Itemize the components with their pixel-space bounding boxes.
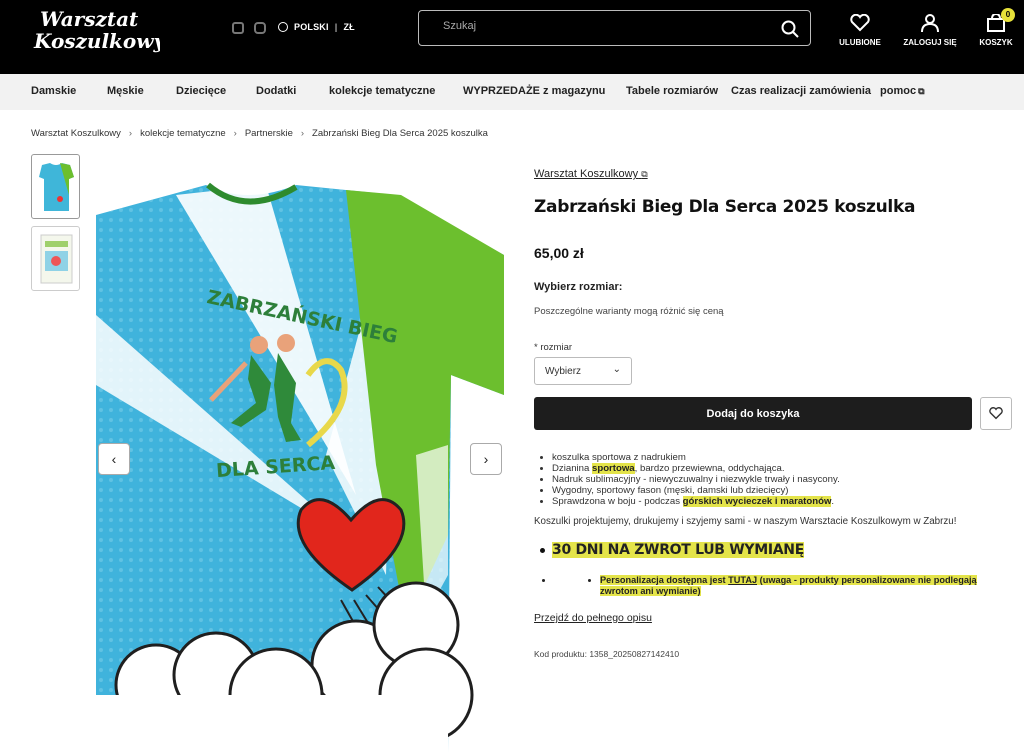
feature-text: . xyxy=(831,496,835,507)
instagram-icon[interactable] xyxy=(254,22,266,34)
feature-highlight: górskich wycieczek i maratonów xyxy=(682,496,832,507)
about-text: Koszulki projektujemy, drukujemy i szyje… xyxy=(534,516,957,527)
nav-item-tabele[interactable]: Tabele rozmiarów xyxy=(626,85,718,97)
external-link-icon: ⧉ xyxy=(641,169,648,179)
required-mark: * xyxy=(534,342,538,353)
nav-item-pomoc-label: pomoc xyxy=(880,85,917,97)
nav-item-kolekcje[interactable]: kolekcje tematyczne xyxy=(329,85,435,97)
cart-button[interactable]: 0 KOSZYK xyxy=(966,8,1024,47)
site-header: Warsztat Koszulkowy POLSKI | ZŁ ULUBIONE… xyxy=(0,0,1024,74)
return-policy: 30 DNI NA ZWROT LUB WYMIANĘ xyxy=(540,542,804,558)
feature-text: , bardzo przewiewna, oddychająca. xyxy=(634,463,785,474)
external-link-icon: ⧉ xyxy=(918,86,925,96)
heart-icon xyxy=(850,14,870,32)
login-button[interactable]: ZALOGUJ SIĘ xyxy=(900,14,960,47)
breadcrumb-item[interactable]: Partnerskie xyxy=(245,128,293,139)
feature-list: koszulka sportowa z nadrukiem Dzianina s… xyxy=(552,452,840,507)
next-image-button[interactable]: › xyxy=(470,443,502,475)
logo-line-2: Koszulkowy xyxy=(33,29,160,53)
site-logo[interactable]: Warsztat Koszulkowy xyxy=(32,4,166,54)
feature-item: Sprawdzona w boju - podczas górskich wyc… xyxy=(552,496,840,507)
feature-highlight: sportowa xyxy=(592,463,635,474)
product-code-label: Kod produktu: xyxy=(534,649,587,659)
breadcrumb-item[interactable]: kolekcje tematyczne xyxy=(140,128,226,139)
cart-label: KOSZYK xyxy=(979,38,1013,47)
product-code-value: 1358_20250827142410 xyxy=(589,649,680,659)
product-main-image: ZABRZAŃSKI BIEG DLA SERCA xyxy=(96,155,504,753)
feature-text: Nadruk sublimacyjny - niewyczuwalny i ni… xyxy=(552,474,840,485)
feature-item: Nadruk sublimacyjny - niewyczuwalny i ni… xyxy=(552,474,840,485)
nav-item-meskie[interactable]: Męskie xyxy=(107,85,144,97)
size-label: * rozmiar xyxy=(534,342,572,353)
cart-count-badge: 0 xyxy=(1001,8,1015,22)
product-thumbnail-1[interactable] xyxy=(31,154,80,219)
brand-link[interactable]: Warsztat Koszulkowy ⧉ xyxy=(534,168,648,180)
logo-line-1: Warsztat xyxy=(40,7,139,31)
currency-label: ZŁ xyxy=(343,22,355,32)
feature-item: Wygodny, sportowy fason (męski, damski l… xyxy=(552,485,840,496)
personalization-text: Personalizacja dostępna jest TUTAJ (uwag… xyxy=(600,575,992,597)
breadcrumb-current: Zabrzański Bieg Dla Serca 2025 koszulka xyxy=(312,128,488,139)
nav-item-damskie[interactable]: Damskie xyxy=(31,85,76,97)
heart-icon xyxy=(989,407,1003,420)
favorites-button[interactable]: ULUBIONE xyxy=(830,14,890,47)
chevron-right-icon: › xyxy=(483,451,489,467)
chevron-left-icon: ‹ xyxy=(111,451,117,467)
facebook-icon[interactable] xyxy=(232,22,244,34)
chevron-right-icon: › xyxy=(300,128,305,139)
breadcrumb: Warsztat Koszulkowy › kolekcje tematyczn… xyxy=(31,128,488,139)
feature-item: koszulka sportowa z nadrukiem xyxy=(552,452,840,463)
nav-item-dodatki[interactable]: Dodatki xyxy=(256,85,296,97)
chevron-right-icon: › xyxy=(128,128,133,139)
chevron-down-icon: ⌄ xyxy=(612,364,621,375)
login-label: ZALOGUJ SIĘ xyxy=(903,38,957,47)
choose-size-heading: Wybierz rozmiar: xyxy=(534,281,623,293)
nav-item-czas-realizacji[interactable]: Czas realizacji zamówienia xyxy=(731,85,871,97)
favorites-label: ULUBIONE xyxy=(839,38,881,47)
size-select[interactable]: Wybierz ⌄ xyxy=(534,357,632,385)
product-price: 65,00 zł xyxy=(534,245,584,261)
globe-icon xyxy=(278,22,288,32)
feature-text: Dzianina xyxy=(552,463,592,474)
size-label-text: rozmiar xyxy=(540,342,573,353)
main-nav: Damskie Męskie Dziecięce Dodatki kolekcj… xyxy=(0,74,1024,110)
return-policy-text: 30 DNI NA ZWROT LUB WYMIANĘ xyxy=(552,542,804,558)
nav-item-pomoc[interactable]: pomoc ⧉ xyxy=(880,85,925,97)
bullet xyxy=(588,579,591,582)
nav-item-wyprzedaze[interactable]: WYPRZEDAŻE z magazynu xyxy=(463,85,605,97)
add-to-cart-button[interactable]: Dodaj do koszyka xyxy=(534,397,972,430)
search-box xyxy=(418,10,811,46)
social-links xyxy=(232,22,266,34)
nav-item-dzieciece[interactable]: Dziecięce xyxy=(176,85,226,97)
product-thumbnail-2[interactable] xyxy=(31,226,80,291)
brand-name: Warsztat Koszulkowy xyxy=(534,168,639,180)
chevron-right-icon: › xyxy=(233,128,237,139)
feature-text: Sprawdzona w boju - podczas xyxy=(552,496,683,507)
product-title: Zabrzański Bieg Dla Serca 2025 koszulka xyxy=(534,197,916,217)
bullet xyxy=(542,579,545,582)
personalization-link[interactable]: TUTAJ xyxy=(728,575,758,585)
breadcrumb-item[interactable]: Warsztat Koszulkowy xyxy=(31,128,121,139)
divider: | xyxy=(334,22,338,32)
bullet xyxy=(540,548,545,553)
feature-item: Dzianina sportowa, bardzo przewiewna, od… xyxy=(552,463,840,474)
feature-text: Wygodny, sportowy fason (męski, damski l… xyxy=(552,485,789,496)
search-input[interactable] xyxy=(443,20,763,32)
personalization-pre: Personalizacja dostępna jest xyxy=(600,575,729,585)
feature-text: koszulka sportowa z nadrukiem xyxy=(552,452,686,463)
add-to-favorites-button[interactable] xyxy=(980,397,1012,430)
product-code: Kod produktu: 1358_20250827142410 xyxy=(534,649,679,659)
search-icon[interactable] xyxy=(780,19,800,39)
prev-image-button[interactable]: ‹ xyxy=(98,443,130,475)
size-select-value: Wybierz xyxy=(545,366,582,377)
full-description-link[interactable]: Przejdź do pełnego opisu xyxy=(534,612,652,624)
user-icon xyxy=(921,14,939,32)
language-currency-switch[interactable]: POLSKI | ZŁ xyxy=(278,22,355,32)
variants-note: Poszczególne warianty mogą różnić się ce… xyxy=(534,306,724,317)
language-label: POLSKI xyxy=(294,22,329,32)
